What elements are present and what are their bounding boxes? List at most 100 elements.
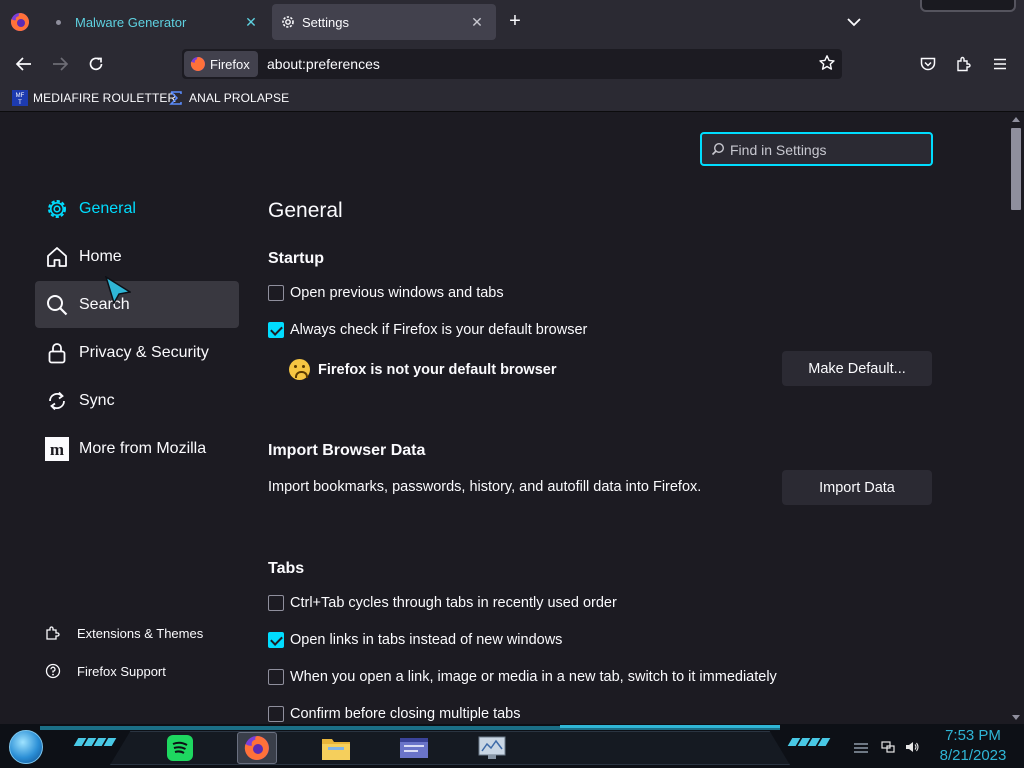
footer-label: Firefox Support — [77, 663, 166, 679]
bookmark-label: ANAL PROLAPSE — [189, 91, 290, 105]
page-scrollbar[interactable] — [1008, 113, 1024, 724]
find-in-settings-input[interactable] — [730, 140, 920, 160]
taskbar-chevron-decoration — [787, 738, 831, 746]
bookmark-anal-prolapse[interactable]: ANAL PROLAPSE — [168, 89, 289, 107]
firefox-support-link[interactable]: Firefox Support — [45, 660, 166, 682]
start-button[interactable] — [9, 730, 43, 764]
close-tab-icon[interactable]: ✕ — [468, 13, 486, 31]
clock-time[interactable]: 7:53 PM — [938, 727, 1008, 744]
window-frame-decoration — [920, 0, 1016, 12]
category-sync[interactable]: Sync — [35, 377, 239, 424]
category-privacy[interactable]: Privacy & Security — [35, 329, 239, 376]
find-in-settings[interactable] — [700, 132, 933, 166]
puzzle-icon — [45, 625, 61, 641]
arrow-right-icon — [53, 57, 69, 71]
bookmark-mediafire[interactable]: MF T MEDIAFIRE ROULETTER — [12, 89, 176, 107]
sigma-icon — [169, 91, 182, 105]
gear-icon — [282, 16, 294, 28]
scrollbar-thumb[interactable] — [1011, 128, 1021, 210]
frown-emoji-icon — [289, 359, 310, 380]
reload-icon — [89, 57, 103, 71]
category-more-from-mozilla[interactable]: m More from Mozilla — [35, 425, 239, 472]
taskbar-app-spotify[interactable] — [160, 732, 200, 764]
show-desktop-icon[interactable] — [854, 740, 868, 754]
network-icon[interactable] — [881, 740, 895, 754]
tab-title: Malware Generator — [75, 14, 187, 30]
page-title: General — [268, 199, 343, 222]
tabs-heading: Tabs — [268, 560, 305, 577]
pocket-button[interactable] — [916, 52, 940, 76]
tab-title: Settings — [302, 14, 349, 30]
taskbar-decoration — [560, 725, 780, 728]
tab-settings[interactable]: Settings ✕ — [272, 4, 496, 40]
chevron-down-icon[interactable] — [842, 10, 866, 34]
taskbar-chevron-decoration — [73, 738, 117, 746]
checkbox-label: When you open a link, image or media in … — [290, 669, 777, 685]
open-links-in-tabs-checkbox[interactable]: Open links in tabs instead of new window… — [268, 630, 562, 650]
search-icon — [45, 293, 69, 317]
ctrl-tab-checkbox[interactable]: Ctrl+Tab cycles through tabs in recently… — [268, 593, 617, 613]
bookmark-label: MEDIAFIRE ROULETTER — [33, 91, 177, 105]
file-explorer-icon — [322, 739, 350, 760]
help-icon — [45, 663, 61, 679]
mouse-cursor-icon — [105, 276, 131, 304]
taskbar — [0, 724, 1024, 768]
extensions-themes-link[interactable]: Extensions & Themes — [45, 622, 203, 644]
firefox-logo-icon — [190, 57, 205, 71]
checkbox-unchecked[interactable] — [268, 595, 284, 611]
checkbox-unchecked[interactable] — [268, 669, 284, 685]
identity-box[interactable]: Firefox — [184, 51, 258, 77]
make-default-button[interactable]: Make Default... — [782, 351, 932, 386]
firefox-menu-icon[interactable] — [10, 12, 30, 32]
svg-text:m: m — [50, 440, 64, 459]
reload-button[interactable] — [84, 52, 108, 76]
tab-malware-generator[interactable]: Malware Generator ✕ — [44, 4, 270, 40]
not-default-text: Firefox is not your default browser — [318, 361, 557, 378]
app-menu-button[interactable] — [988, 52, 1012, 76]
sync-icon — [45, 389, 69, 413]
spotify-icon — [167, 735, 193, 761]
switch-to-new-tab-checkbox[interactable]: When you open a link, image or media in … — [268, 667, 777, 687]
bookmarks-toolbar: MF T MEDIAFIRE ROULETTER ANAL PROLAPSE — [0, 84, 1024, 112]
import-description: Import bookmarks, passwords, history, an… — [268, 479, 702, 495]
svg-text:T: T — [18, 100, 22, 106]
category-home[interactable]: Home — [35, 233, 239, 280]
pocket-icon — [920, 57, 936, 71]
checkbox-unchecked[interactable] — [268, 285, 284, 301]
tab-strip: Malware Generator ✕ Settings ✕ + — [0, 0, 1024, 44]
category-search[interactable]: Search — [35, 281, 239, 328]
checkbox-label: Open links in tabs instead of new window… — [290, 632, 563, 648]
checkbox-checked[interactable] — [268, 632, 284, 648]
checkbox-unchecked[interactable] — [268, 706, 284, 722]
firefox-icon — [244, 736, 269, 760]
back-button[interactable] — [12, 52, 36, 76]
forward-button[interactable] — [48, 52, 72, 76]
lock-icon — [45, 341, 69, 365]
restore-session-checkbox[interactable]: Open previous windows and tabs — [268, 283, 504, 303]
scroll-down-arrow-icon[interactable] — [1012, 715, 1020, 720]
close-tab-icon[interactable]: ✕ — [242, 13, 260, 31]
url-bar[interactable]: Firefox about:preferences — [182, 49, 842, 79]
taskbar-app-firefox[interactable] — [237, 732, 277, 764]
taskbar-app-window[interactable] — [394, 732, 434, 764]
import-data-button[interactable]: Import Data — [782, 470, 932, 505]
volume-icon[interactable] — [905, 740, 919, 754]
mozilla-icon: m — [45, 436, 69, 461]
footer-label: Extensions & Themes — [77, 625, 204, 641]
clock-date[interactable]: 8/21/2023 — [933, 747, 1013, 764]
new-tab-button[interactable]: + — [504, 10, 526, 32]
taskbar-app-file-explorer[interactable] — [316, 732, 356, 764]
checkbox-checked[interactable] — [268, 322, 284, 338]
url-text[interactable]: about:preferences — [267, 56, 380, 72]
check-default-browser-checkbox[interactable]: Always check if Firefox is your default … — [268, 320, 587, 340]
preferences-page: General Home Search Privacy & Security S… — [0, 113, 1008, 724]
svg-text:MF: MF — [16, 93, 25, 99]
star-icon[interactable] — [818, 54, 836, 72]
confirm-close-tabs-checkbox[interactable]: Confirm before closing multiple tabs — [268, 704, 521, 724]
extensions-button[interactable] — [952, 52, 976, 76]
category-general[interactable]: General — [35, 185, 239, 232]
app-window-icon — [400, 738, 428, 758]
scroll-up-arrow-icon[interactable] — [1012, 117, 1020, 122]
hamburger-menu-icon — [994, 58, 1006, 70]
taskbar-app-monitor[interactable] — [472, 732, 512, 764]
